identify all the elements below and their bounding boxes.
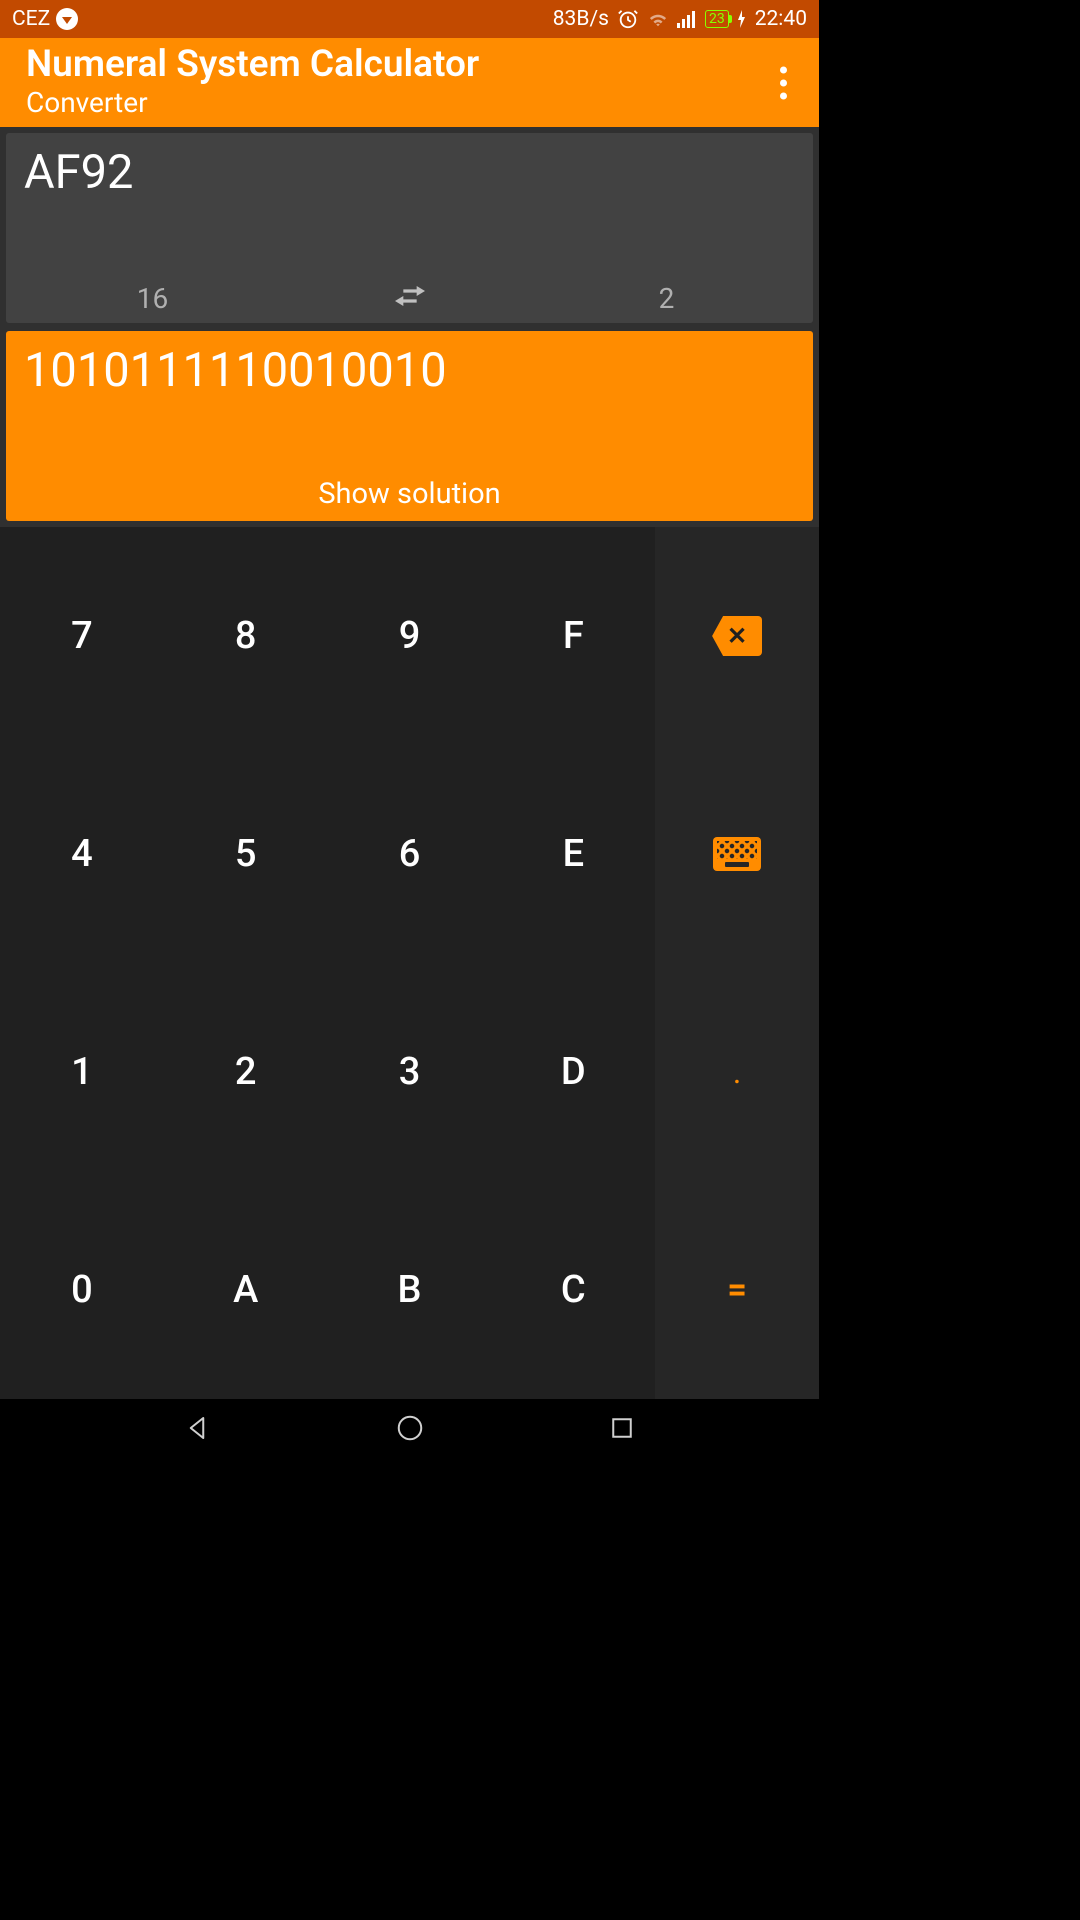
base-row: 16 2 (24, 281, 795, 315)
output-value: 1010111110010010 (24, 343, 795, 398)
output-panel: 1010111110010010 Show solution (6, 331, 813, 521)
key-f[interactable]: F (491, 527, 655, 745)
key-a[interactable]: A (164, 1181, 328, 1399)
more-menu-button[interactable] (780, 66, 787, 99)
battery-percent: 23 (709, 11, 725, 27)
status-left: CEZ (12, 7, 78, 31)
keyboard-icon (713, 837, 761, 871)
key-3[interactable]: 3 (328, 963, 492, 1181)
content: AF92 16 2 1010111110010010 Show solution… (0, 127, 819, 1399)
status-right: 83B/s 23 22:40 (553, 7, 807, 31)
system-nav-bar (0, 1399, 819, 1456)
charging-icon (737, 10, 747, 28)
key-5[interactable]: 5 (164, 745, 328, 963)
battery-icon: 23 (705, 10, 729, 28)
key-b[interactable]: B (328, 1181, 492, 1399)
app-subtitle: Converter (26, 85, 479, 120)
carrier-label: CEZ (12, 7, 50, 31)
input-value: AF92 (24, 145, 795, 200)
home-button[interactable] (395, 1413, 425, 1443)
input-panel[interactable]: AF92 16 2 (6, 133, 813, 323)
app-bar: Numeral System Calculator Converter (0, 38, 819, 127)
messenger-icon (56, 8, 78, 30)
key-8[interactable]: 8 (164, 527, 328, 745)
key-6[interactable]: 6 (328, 745, 492, 963)
clock-label: 22:40 (755, 7, 807, 31)
back-button[interactable] (182, 1413, 212, 1443)
status-bar: CEZ 83B/s 23 22:40 (0, 0, 819, 38)
key-7[interactable]: 7 (0, 527, 164, 745)
recent-apps-button[interactable] (607, 1413, 637, 1443)
keypad-side: ✕ . = (655, 527, 819, 1399)
show-solution-button[interactable]: Show solution (24, 477, 795, 511)
alarm-icon (617, 8, 639, 30)
keypad-main: 7 8 9 F 4 5 6 E 1 2 3 D 0 A B C (0, 527, 655, 1399)
key-d[interactable]: D (491, 963, 655, 1181)
wifi-icon (647, 10, 669, 28)
swap-bases-button[interactable] (281, 281, 538, 315)
to-base-selector[interactable]: 2 (538, 282, 795, 315)
key-9[interactable]: 9 (328, 527, 492, 745)
key-2[interactable]: 2 (164, 963, 328, 1181)
keypad: 7 8 9 F 4 5 6 E 1 2 3 D 0 A B C ✕ . = (0, 527, 819, 1399)
backspace-button[interactable]: ✕ (655, 527, 819, 745)
key-0[interactable]: 0 (0, 1181, 164, 1399)
signal-icon (677, 10, 697, 28)
key-c[interactable]: C (491, 1181, 655, 1399)
key-e[interactable]: E (491, 745, 655, 963)
keyboard-toggle-button[interactable] (655, 745, 819, 963)
app-titles: Numeral System Calculator Converter (26, 45, 479, 121)
key-4[interactable]: 4 (0, 745, 164, 963)
backspace-icon: ✕ (712, 616, 762, 656)
equals-button[interactable]: = (655, 1181, 819, 1399)
from-base-selector[interactable]: 16 (24, 282, 281, 315)
key-1[interactable]: 1 (0, 963, 164, 1181)
data-rate-label: 83B/s (553, 7, 609, 31)
decimal-point-button[interactable]: . (655, 963, 819, 1181)
app-title: Numeral System Calculator (26, 45, 479, 86)
